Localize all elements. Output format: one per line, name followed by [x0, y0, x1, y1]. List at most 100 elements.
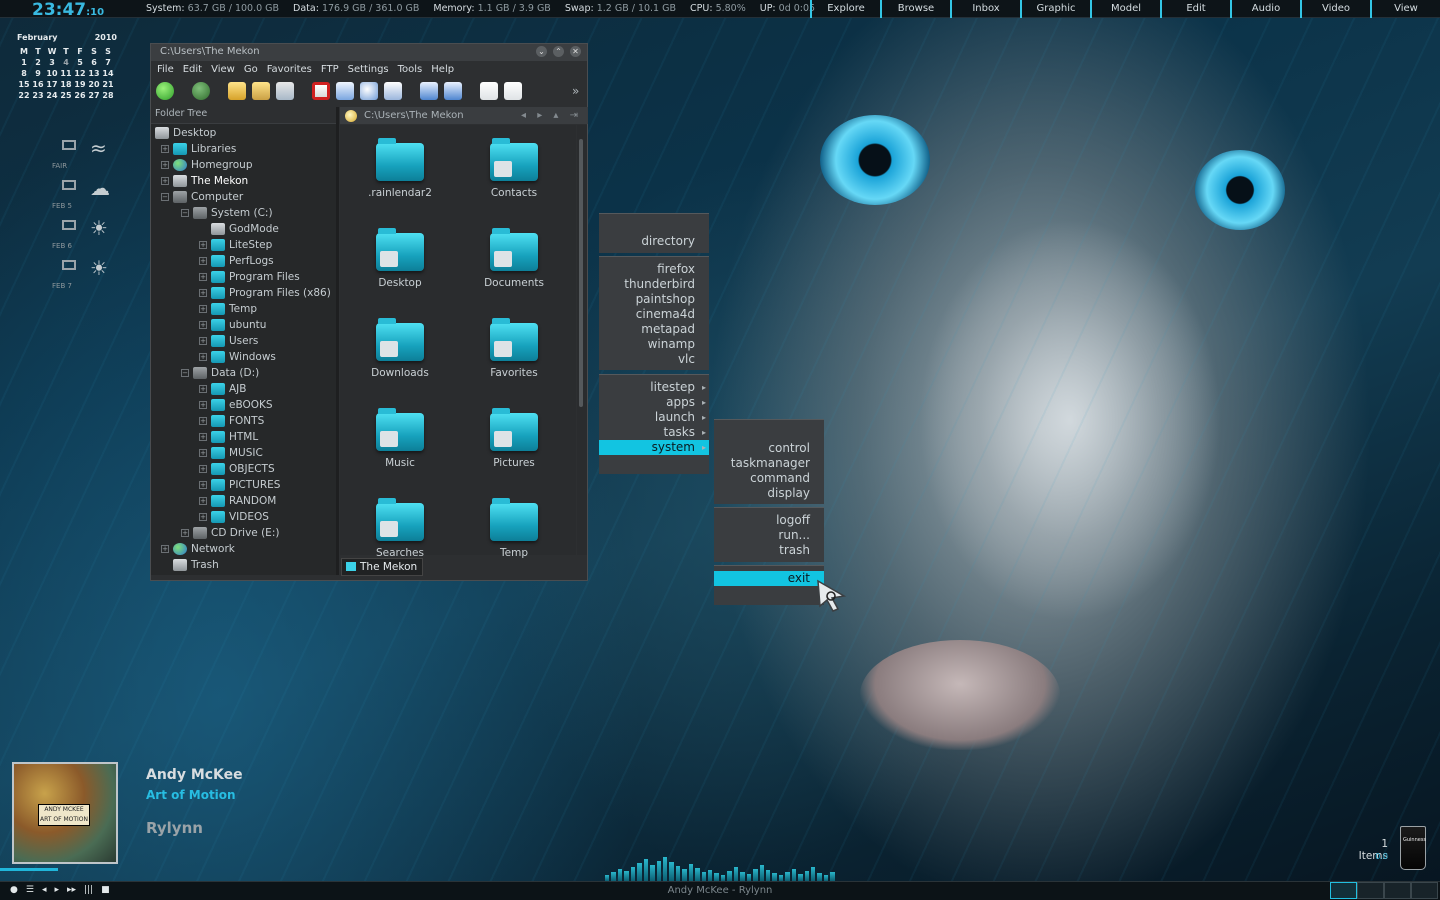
- desktop-3[interactable]: [1384, 882, 1411, 899]
- expand-toggle-icon[interactable]: +: [161, 161, 169, 169]
- popup-item-control[interactable]: control: [714, 441, 824, 456]
- calendar-day[interactable]: 14: [101, 69, 115, 78]
- expand-toggle-icon[interactable]: −: [161, 193, 169, 201]
- tree-item-html[interactable]: + HTML: [199, 429, 258, 445]
- minimize-icon[interactable]: ⌄: [536, 46, 547, 57]
- file-item[interactable]: Downloads: [350, 318, 450, 379]
- tree-item-godmode[interactable]: GodMode: [199, 221, 279, 237]
- calendar-day[interactable]: 18: [59, 80, 73, 89]
- tree-item-program-files-x86-[interactable]: + Program Files (x86): [199, 285, 331, 301]
- tree-item-ebooks[interactable]: + eBOOKS: [199, 397, 273, 413]
- popup-apps-panel[interactable]: firefox thunderbird paintshop cinema4d metap…: [599, 256, 709, 370]
- calendar-day[interactable]: 13: [87, 69, 101, 78]
- forward-arrow-icon[interactable]: [192, 82, 210, 100]
- popup-item-thunderbird[interactable]: thunderbird: [599, 277, 709, 292]
- calendar-day[interactable]: 4: [59, 58, 73, 67]
- tree-item-libraries[interactable]: + Libraries: [161, 141, 236, 157]
- popup-item-system[interactable]: system: [599, 440, 709, 455]
- address-bar[interactable]: C:\Users\The Mekon ◂ ▸ ▴ ⇥: [340, 107, 588, 124]
- explorer-window[interactable]: C:\Users\The Mekon ⌄ ⌃ ✕ File Edit View Go F…: [150, 43, 588, 581]
- tree-item-data-d-[interactable]: − Data (D:): [181, 365, 259, 381]
- back-arrow-icon[interactable]: [156, 82, 174, 100]
- tree-item-ajb[interactable]: + AJB: [199, 381, 246, 397]
- popup-item-metapad[interactable]: metapad: [599, 322, 709, 337]
- tree-item-desktop[interactable]: Desktop: [155, 125, 216, 141]
- popup-item-logoff[interactable]: logoff: [714, 513, 824, 528]
- refresh-icon[interactable]: [336, 82, 354, 100]
- folder-tree[interactable]: Desktop + Libraries + Homegroup + The Mekon − Co…: [151, 123, 336, 575]
- menu-settings[interactable]: Settings: [348, 61, 389, 77]
- tree-item-system-c-[interactable]: − System (C:): [181, 205, 273, 221]
- menu-edit[interactable]: Edit: [183, 61, 202, 77]
- top-link-explore[interactable]: Explore: [810, 0, 880, 18]
- expand-toggle-icon[interactable]: +: [199, 465, 207, 473]
- calendar-day[interactable]: 23: [31, 91, 45, 100]
- file-item[interactable]: Documents: [464, 228, 564, 289]
- expand-toggle-icon[interactable]: +: [161, 545, 169, 553]
- file-item[interactable]: Temp: [464, 498, 564, 559]
- popup-item-trash[interactable]: trash: [714, 543, 824, 558]
- expand-toggle-icon[interactable]: +: [199, 497, 207, 505]
- expand-toggle-icon[interactable]: +: [199, 337, 207, 345]
- tree-item-videos[interactable]: + VIDEOS: [199, 509, 269, 525]
- expand-toggle-icon[interactable]: +: [199, 417, 207, 425]
- tree-item-windows[interactable]: + Windows: [199, 349, 276, 365]
- top-link-audio[interactable]: Audio: [1230, 0, 1300, 18]
- expand-toggle-icon[interactable]: −: [181, 209, 189, 217]
- tree-item-perflogs[interactable]: + PerfLogs: [199, 253, 274, 269]
- view-details-icon[interactable]: [420, 82, 438, 100]
- edit-folder-icon[interactable]: [276, 82, 294, 100]
- close-icon[interactable]: ✕: [570, 46, 581, 57]
- menu-help[interactable]: Help: [431, 61, 454, 77]
- location-tab[interactable]: The Mekon: [341, 558, 423, 576]
- expand-toggle-icon[interactable]: +: [199, 273, 207, 281]
- calendar-day[interactable]: 3: [45, 58, 59, 67]
- path-navigation-icons[interactable]: ◂ ▸ ▴ ⇥: [521, 107, 582, 124]
- expand-toggle-icon[interactable]: +: [199, 353, 207, 361]
- calendar-day[interactable]: 10: [45, 69, 59, 78]
- expand-toggle-icon[interactable]: −: [181, 369, 189, 377]
- popup-item-firefox[interactable]: firefox: [599, 262, 709, 277]
- toolbar-overflow-icon[interactable]: »: [572, 84, 579, 98]
- album-art[interactable]: ANDY MCKEE ART OF MOTION: [12, 762, 118, 864]
- tree-item-homegroup[interactable]: + Homegroup: [161, 157, 253, 173]
- expand-toggle-icon[interactable]: +: [199, 481, 207, 489]
- menu-favorites[interactable]: Favorites: [267, 61, 312, 77]
- popup-item-display[interactable]: display: [714, 486, 824, 501]
- calendar-day[interactable]: 9: [31, 69, 45, 78]
- popup-item-directory[interactable]: directory: [599, 234, 709, 249]
- up-folder-icon[interactable]: [228, 82, 246, 100]
- desktop-1[interactable]: [1330, 882, 1357, 899]
- popup-item-command[interactable]: command: [714, 471, 824, 486]
- popup-item-litestep[interactable]: litestep: [599, 380, 709, 395]
- menu-ftp[interactable]: FTP: [321, 61, 339, 77]
- calendar-day[interactable]: 6: [87, 58, 101, 67]
- expand-toggle-icon[interactable]: +: [199, 321, 207, 329]
- popup-exit-panel[interactable]: exit: [714, 565, 824, 605]
- expand-toggle-icon[interactable]: +: [181, 529, 189, 537]
- properties-icon[interactable]: [480, 82, 498, 100]
- open-folder-icon[interactable]: [252, 82, 270, 100]
- search-icon[interactable]: [360, 82, 378, 100]
- calendar-day[interactable]: 28: [101, 91, 115, 100]
- calendar-day[interactable]: 2: [31, 58, 45, 67]
- expand-toggle-icon[interactable]: +: [199, 305, 207, 313]
- tree-item-fonts[interactable]: + FONTS: [199, 413, 264, 429]
- view-list-icon[interactable]: [444, 82, 462, 100]
- popup-item-paintshop[interactable]: paintshop: [599, 292, 709, 307]
- maximize-icon[interactable]: ⌃: [553, 46, 564, 57]
- calendar-day[interactable]: 26: [73, 91, 87, 100]
- track-progress-bar[interactable]: [0, 868, 58, 871]
- top-link-model[interactable]: Model: [1090, 0, 1160, 18]
- desktop-2[interactable]: [1357, 882, 1384, 899]
- popup-item-exit[interactable]: exit: [714, 571, 824, 586]
- file-item[interactable]: Favorites: [464, 318, 564, 379]
- tree-item-objects[interactable]: + OBJECTS: [199, 461, 275, 477]
- calendar-day[interactable]: 5: [73, 58, 87, 67]
- calendar-day[interactable]: 27: [87, 91, 101, 100]
- copy-to-icon[interactable]: [384, 82, 402, 100]
- popup-item-launch[interactable]: launch: [599, 410, 709, 425]
- expand-toggle-icon[interactable]: +: [161, 145, 169, 153]
- calendar-day[interactable]: 25: [59, 91, 73, 100]
- tree-item-computer[interactable]: − Computer: [161, 189, 243, 205]
